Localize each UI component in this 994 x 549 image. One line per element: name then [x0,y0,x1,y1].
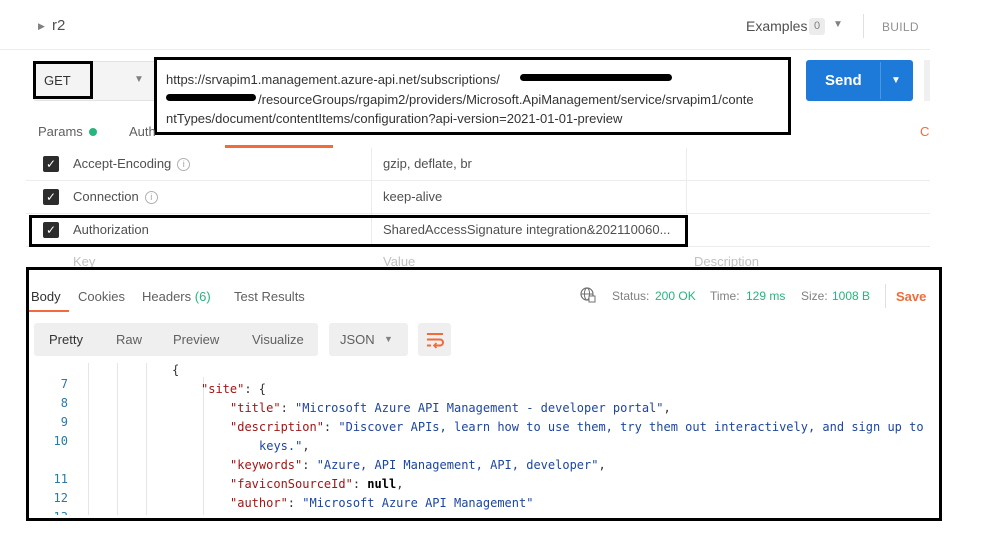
status-label: Status: [612,289,650,303]
visualize-button[interactable]: Visualize [252,332,304,347]
size-label: Size: [801,289,828,303]
request-title-bar: ▶ r2 Examples 0 ▼ BUILD [0,0,930,50]
send-split-divider [880,62,881,99]
divider [863,14,864,38]
send-options-icon[interactable]: ▼ [891,75,901,86]
examples-dropdown-icon[interactable]: ▼ [833,19,843,30]
info-icon[interactable]: i [144,191,158,204]
time-value: 129 ms [746,289,786,303]
header-checkbox[interactable]: ✓ [43,189,59,205]
cell-divider [686,148,687,181]
code-line: 10 "description": "Discover APIs, learn … [29,420,927,448]
url-text: https://srvapim1.management.azure-api.ne… [166,70,786,129]
code-line: 12 "faviconSourceId": null, [29,477,927,505]
build-button[interactable]: BUILD [882,20,919,34]
table-row-new: Key Value Description [26,247,930,269]
wrap-lines-button[interactable] [418,323,451,356]
authorization-highlight-box [29,215,688,247]
time-label: Time: [710,289,740,303]
size-value: 1008 B [832,289,871,303]
code-line-wrapped: keys.", [259,439,310,453]
send-label: Send [825,72,862,89]
header-key[interactable]: Accept-Encoding i [73,156,191,171]
request-name[interactable]: r2 [52,17,65,34]
code-line: 7 { [29,363,927,391]
code-line: 8 "site": { [29,382,927,410]
examples-count-badge: 0 [809,18,825,35]
header-key[interactable]: Connection i [73,189,158,204]
pretty-button[interactable]: Pretty [49,332,83,347]
status-value: 200 OK [655,289,696,303]
cell-divider [686,181,687,214]
info-icon[interactable]: i [177,158,191,171]
method-dropdown-icon[interactable]: ▼ [134,74,144,85]
line-number: 13 [29,510,68,515]
tab-headers[interactable]: Headers (6) [142,289,211,304]
code-line: 11 "keywords": "Azure, API Management, A… [29,458,927,486]
save-button-partial[interactable] [924,60,930,101]
chevron-down-icon[interactable]: ▼ [384,334,393,344]
table-row: ✓ Accept-Encoding i gzip, deflate, br [26,148,930,181]
tab-body[interactable]: Body [31,289,61,304]
url-prefix: https://srvapim1.management.azure-api.ne… [166,72,500,87]
examples-label[interactable]: Examples [746,18,807,34]
tab-authorization[interactable]: Auth [129,124,156,139]
expand-caret-icon[interactable]: ▶ [38,21,45,32]
cell-divider [371,148,372,181]
preview-button[interactable]: Preview [173,332,219,347]
url-middle: /resourceGroups/rgapim2/providers/Micros… [258,91,754,107]
response-code-viewer[interactable]: 7 { 8 "site": { 9 "title": "Microsoft Az… [29,363,927,515]
header-checkbox[interactable]: ✓ [43,156,59,172]
tab-test-results[interactable]: Test Results [234,289,305,304]
url-suffix: ntTypes/document/contentItems/configurat… [166,111,623,126]
raw-button[interactable]: Raw [116,332,142,347]
redaction-mark [520,74,672,81]
save-response-button[interactable]: Save [896,289,926,304]
language-value: JSON [340,332,375,347]
tab-cut-off[interactable]: C [920,124,929,139]
method-value: GET [44,73,71,88]
params-active-dot [89,128,97,136]
redaction-mark [166,94,256,101]
active-tab-indicator [29,310,69,312]
code-line: 13 "author": "Microsoft Azure API Manage… [29,496,927,515]
globe-icon[interactable] [580,287,596,303]
tab-cookies[interactable]: Cookies [78,289,125,304]
tab-params[interactable]: Params [38,124,83,139]
cell-divider [371,181,372,214]
headers-count: (6) [194,289,211,304]
table-row: ✓ Connection i keep-alive [26,181,930,214]
header-value[interactable]: keep-alive [383,189,442,204]
divider [885,284,886,308]
wrap-lines-icon [427,333,444,349]
code-line: 9 "title": "Microsoft Azure API Manageme… [29,401,927,429]
header-value[interactable]: gzip, deflate, br [383,156,472,171]
